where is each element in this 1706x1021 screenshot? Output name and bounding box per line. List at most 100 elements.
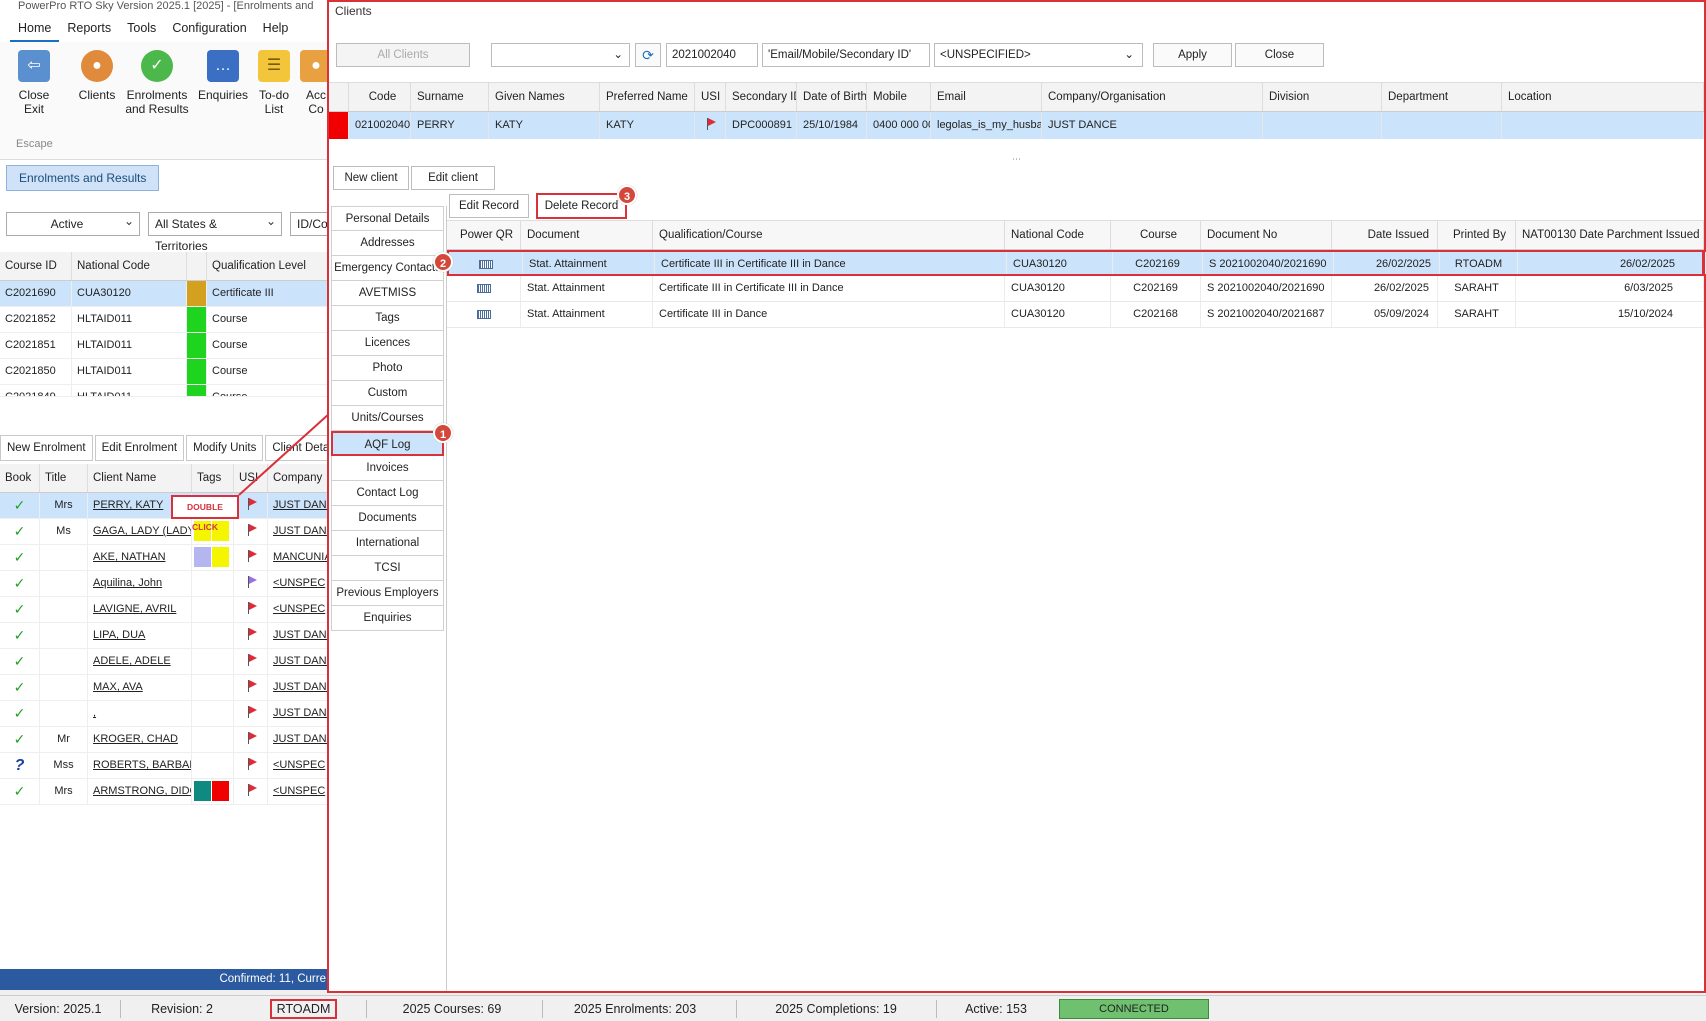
col-national-code[interactable]: National Code [1005,221,1111,249]
dialog-title: Clients [335,4,372,18]
col-date-of-birth[interactable]: Date of Birth [797,83,867,111]
aqf-grid-header: Power QR Document Qualification/Course N… [447,220,1704,250]
side-nav-emergency-contacts[interactable]: Emergency Contacts [331,256,444,281]
document-number: S 2021002040/2021690 [1201,276,1332,301]
col-document-no[interactable]: Document No [1201,221,1332,249]
status-separator [936,1000,937,1018]
chevron-down-icon: ⌄ [1124,49,1134,61]
qr-code-icon[interactable] [476,310,491,319]
col-indicator [329,83,349,111]
col-document[interactable]: Document [521,221,653,249]
aqf-row[interactable]: Stat. Attainment Certificate III in Certi… [447,250,1706,276]
col-surname[interactable]: Surname [411,83,489,111]
search-field-dropdown[interactable]: 'Email/Mobile/Secondary ID' [762,43,930,67]
parchment-issued-date: 26/02/2025 [1518,252,1706,274]
client-status-indicator [329,112,349,139]
printed-by: RTOADM [1440,252,1518,274]
qr-code-icon[interactable] [478,260,493,269]
document-type: Stat. Attainment [521,276,653,301]
side-nav-tcsi[interactable]: TCSI [331,556,444,581]
printed-by: SARAHT [1438,302,1516,327]
side-nav-documents[interactable]: Documents [331,506,444,531]
status-user: RTOADM [270,999,337,1019]
status-version: Version: 2025.1 [14,1002,102,1016]
scope-dropdown[interactable]: All Clients [336,43,470,67]
side-nav-personal-details[interactable]: Personal Details [331,206,444,231]
step-badge-3: 3 [617,185,637,205]
document-number: S 2021002040/2021690 [1203,252,1334,274]
col-email[interactable]: Email [931,83,1042,111]
search-input[interactable]: 2021002040 [666,43,758,67]
filter-dropdown[interactable]: ⌄ [491,43,630,67]
qualification-course: Certificate III in Dance [653,302,1005,327]
col-secondary-id[interactable]: Secondary ID [726,83,797,111]
client-location [1502,112,1704,139]
col-given-names[interactable]: Given Names [489,83,600,111]
side-nav-international[interactable]: International [331,531,444,556]
client-given-names: KATY [489,112,600,139]
power-qr-cell [447,302,521,327]
side-nav-avetmiss[interactable]: AVETMISS [331,281,444,306]
col-code[interactable]: Code [349,83,411,111]
side-nav-aqf-log[interactable]: AQF Log [331,431,444,456]
client-row[interactable]: 021002040 PERRY KATY KATY DPC000891 25/1… [329,112,1704,139]
client-preferred-name: KATY [600,112,695,139]
side-nav-enquiries[interactable]: Enquiries [331,606,444,631]
qr-code-icon[interactable] [476,284,491,293]
col-division[interactable]: Division [1263,83,1382,111]
col-preferred-name[interactable]: Preferred Name [600,83,695,111]
side-nav-licences[interactable]: Licences [331,331,444,356]
col-qualification-course[interactable]: Qualification/Course [653,221,1005,249]
client-side-nav: Personal Details Addresses Emergency Conta… [329,206,447,991]
status-separator [120,1000,121,1018]
client-secondary-id: DPC000891 [726,112,797,139]
aqf-row[interactable]: Stat. Attainment Certificate III in Certi… [447,276,1704,302]
course-code: C202169 [1111,276,1201,301]
national-code: CUA30120 [1005,276,1111,301]
scope-value: All Clients [377,49,429,61]
splitter-handle[interactable]: ⋯ [329,155,1704,164]
close-button[interactable]: Close [1235,43,1324,67]
side-nav-previous-employers[interactable]: Previous Employers [331,581,444,606]
step-badge-2: 2 [433,252,453,272]
col-parchment-issued[interactable]: NAT00130 Date Parchment Issued [1516,221,1704,249]
client-company: JUST DANCE [1042,112,1263,139]
col-location[interactable]: Location [1502,83,1704,111]
col-printed-by[interactable]: Printed By [1438,221,1516,249]
col-course[interactable]: Course [1111,221,1201,249]
col-department[interactable]: Department [1382,83,1502,111]
client-code: 021002040 [349,112,411,139]
new-client-button[interactable]: New client [333,166,409,190]
status-separator [542,1000,543,1018]
apply-button[interactable]: Apply [1153,43,1232,67]
clients-dialog: Clients All Clients ⌄ ⟳ 2021002040 'Emai… [327,0,1706,993]
client-usi [695,112,726,139]
col-usi[interactable]: USI [695,83,726,111]
aqf-row[interactable]: Stat. Attainment Certificate III in Dance… [447,302,1704,328]
edit-record-button[interactable]: Edit Record [449,194,529,218]
side-nav-invoices[interactable]: Invoices [331,456,444,481]
delete-record-button[interactable]: Delete Record [536,193,627,219]
side-nav-units-courses[interactable]: Units/Courses [331,406,444,431]
col-company-organisation[interactable]: Company/Organisation [1042,83,1263,111]
side-nav-contact-log[interactable]: Contact Log [331,481,444,506]
company-dropdown[interactable]: <UNSPECIFIED> ⌄ [934,43,1143,67]
date-issued: 26/02/2025 [1332,276,1438,301]
status-bar: Version: 2025.1 Revision: 2 RTOADM 2025 … [0,995,1706,1021]
course-code: C202168 [1111,302,1201,327]
callout-line [238,412,331,496]
national-code: CUA30120 [1007,252,1113,274]
col-date-issued[interactable]: Date Issued [1332,221,1438,249]
side-nav-photo[interactable]: Photo [331,356,444,381]
side-nav-tags[interactable]: Tags [331,306,444,331]
side-nav-custom[interactable]: Custom [331,381,444,406]
col-mobile[interactable]: Mobile [867,83,931,111]
client-email: legolas_is_my_husband [931,112,1042,139]
power-qr-cell [447,276,521,301]
edit-client-button[interactable]: Edit client [411,166,495,190]
refresh-button[interactable]: ⟳ [635,43,661,67]
connection-status-badge: CONNECTED [1059,999,1209,1019]
side-nav-addresses[interactable]: Addresses [331,231,444,256]
col-power-qr[interactable]: Power QR [447,221,521,249]
step-badge-1: 1 [433,423,453,443]
